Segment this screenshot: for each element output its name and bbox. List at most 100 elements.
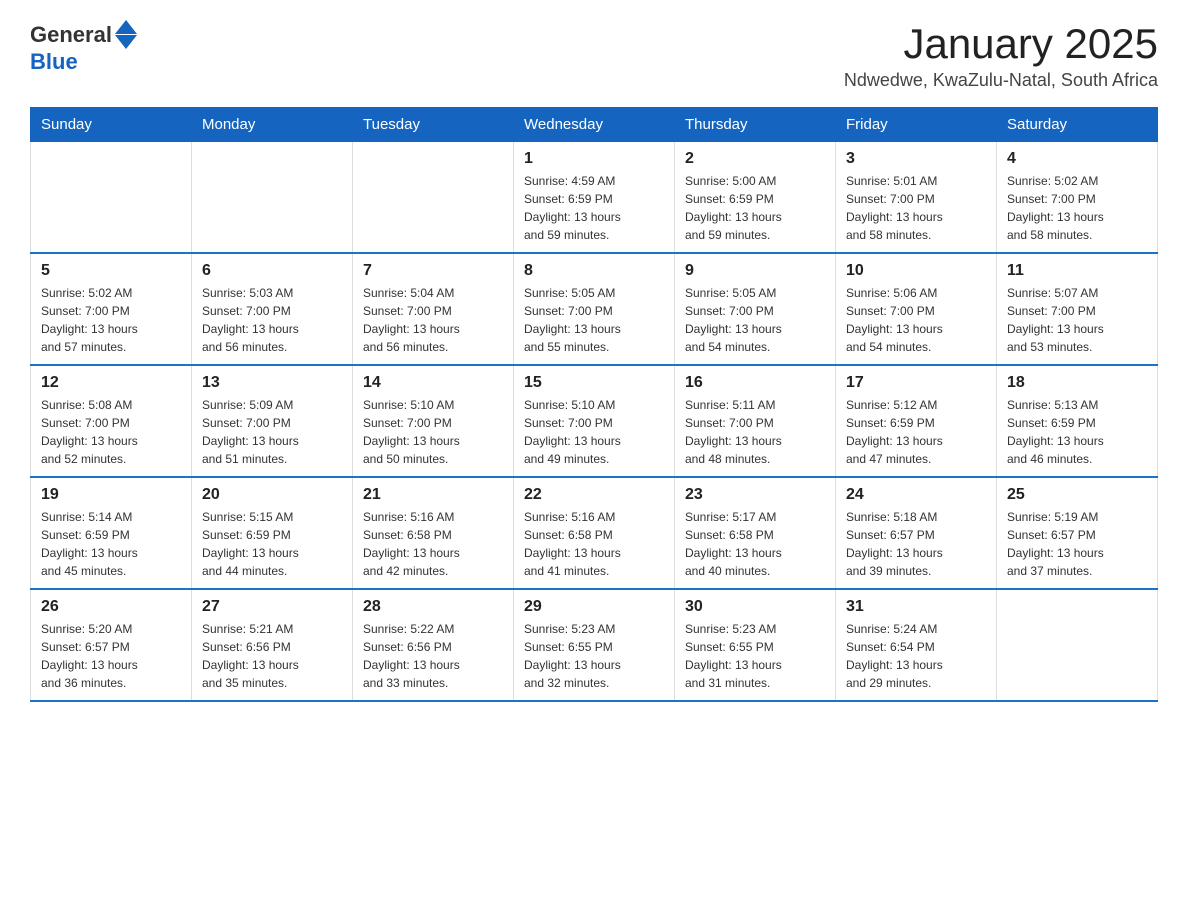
calendar-cell: 9 Sunrise: 5:05 AM Sunset: 7:00 PM Daylig…	[675, 253, 836, 365]
day-number: 13	[202, 374, 342, 392]
day-number: 24	[846, 486, 986, 504]
calendar-cell: 27 Sunrise: 5:21 AM Sunset: 6:56 PM Dayli…	[192, 589, 353, 701]
day-info: Sunrise: 5:06 AM Sunset: 7:00 PM Dayligh…	[846, 284, 986, 356]
day-number: 2	[685, 150, 825, 168]
day-number: 6	[202, 262, 342, 280]
calendar-cell: 26 Sunrise: 5:20 AM Sunset: 6:57 PM Dayli…	[31, 589, 192, 701]
day-number: 5	[41, 262, 181, 280]
calendar-cell: 11Sunrise: 5:07 AM Sunset: 7:00 PM Dayli…	[997, 253, 1158, 365]
day-number: 31	[846, 598, 986, 616]
calendar-cell	[353, 142, 514, 254]
logo-blue: Blue	[30, 49, 78, 75]
day-info: Sunrise: 5:03 AM Sunset: 7:00 PM Dayligh…	[202, 284, 342, 356]
calendar-cell: 18 Sunrise: 5:13 AM Sunset: 6:59 PM Dayli…	[997, 365, 1158, 477]
calendar-cell: 23Sunrise: 5:17 AM Sunset: 6:58 PM Dayli…	[675, 477, 836, 589]
calendar-cell: 19 Sunrise: 5:14 AM Sunset: 6:59 PM Dayli…	[31, 477, 192, 589]
day-info: Sunrise: 5:00 AM Sunset: 6:59 PM Dayligh…	[685, 172, 825, 244]
calendar-table: SundayMondayTuesdayWednesdayThursdayFrid…	[30, 107, 1158, 702]
week-row-2: 5 Sunrise: 5:02 AM Sunset: 7:00 PM Daylig…	[31, 253, 1158, 365]
day-number: 29	[524, 598, 664, 616]
day-number: 26	[41, 598, 181, 616]
day-number: 7	[363, 262, 503, 280]
day-info: Sunrise: 5:15 AM Sunset: 6:59 PM Dayligh…	[202, 508, 342, 580]
header-friday: Friday	[836, 108, 997, 142]
title-block: January 2025 Ndwedwe, KwaZulu-Natal, Sou…	[844, 20, 1158, 91]
day-number: 30	[685, 598, 825, 616]
day-number: 4	[1007, 150, 1147, 168]
day-info: Sunrise: 5:17 AM Sunset: 6:58 PM Dayligh…	[685, 508, 825, 580]
day-number: 25	[1007, 486, 1147, 504]
calendar-cell: 5 Sunrise: 5:02 AM Sunset: 7:00 PM Daylig…	[31, 253, 192, 365]
logo-general: General	[30, 22, 112, 48]
day-number: 3	[846, 150, 986, 168]
header-wednesday: Wednesday	[514, 108, 675, 142]
day-info: Sunrise: 5:18 AM Sunset: 6:57 PM Dayligh…	[846, 508, 986, 580]
calendar-subtitle: Ndwedwe, KwaZulu-Natal, South Africa	[844, 70, 1158, 91]
day-number: 12	[41, 374, 181, 392]
calendar-cell: 20 Sunrise: 5:15 AM Sunset: 6:59 PM Dayli…	[192, 477, 353, 589]
day-number: 9	[685, 262, 825, 280]
day-number: 27	[202, 598, 342, 616]
calendar-cell: 12 Sunrise: 5:08 AM Sunset: 7:00 PM Dayli…	[31, 365, 192, 477]
header-tuesday: Tuesday	[353, 108, 514, 142]
calendar-cell: 1Sunrise: 4:59 AM Sunset: 6:59 PM Daylig…	[514, 142, 675, 254]
day-info: Sunrise: 5:08 AM Sunset: 7:00 PM Dayligh…	[41, 396, 181, 468]
calendar-cell: 16Sunrise: 5:11 AM Sunset: 7:00 PM Dayli…	[675, 365, 836, 477]
day-info: Sunrise: 5:13 AM Sunset: 6:59 PM Dayligh…	[1007, 396, 1147, 468]
day-info: Sunrise: 5:05 AM Sunset: 7:00 PM Dayligh…	[524, 284, 664, 356]
header-sunday: Sunday	[31, 108, 192, 142]
calendar-cell	[192, 142, 353, 254]
header-monday: Monday	[192, 108, 353, 142]
day-info: Sunrise: 5:10 AM Sunset: 7:00 PM Dayligh…	[363, 396, 503, 468]
calendar-cell: 15 Sunrise: 5:10 AM Sunset: 7:00 PM Dayli…	[514, 365, 675, 477]
calendar-cell: 30 Sunrise: 5:23 AM Sunset: 6:55 PM Dayli…	[675, 589, 836, 701]
calendar-cell	[31, 142, 192, 254]
day-number: 20	[202, 486, 342, 504]
calendar-title: January 2025	[844, 20, 1158, 68]
day-info: Sunrise: 5:02 AM Sunset: 7:00 PM Dayligh…	[41, 284, 181, 356]
logo: General Blue	[30, 20, 137, 75]
day-info: Sunrise: 5:20 AM Sunset: 6:57 PM Dayligh…	[41, 620, 181, 692]
calendar-cell: 2 Sunrise: 5:00 AM Sunset: 6:59 PM Daylig…	[675, 142, 836, 254]
calendar-cell: 22Sunrise: 5:16 AM Sunset: 6:58 PM Dayli…	[514, 477, 675, 589]
calendar-cell: 28Sunrise: 5:22 AM Sunset: 6:56 PM Dayli…	[353, 589, 514, 701]
day-info: Sunrise: 5:09 AM Sunset: 7:00 PM Dayligh…	[202, 396, 342, 468]
day-info: Sunrise: 5:12 AM Sunset: 6:59 PM Dayligh…	[846, 396, 986, 468]
calendar-cell: 4Sunrise: 5:02 AM Sunset: 7:00 PM Daylig…	[997, 142, 1158, 254]
day-number: 15	[524, 374, 664, 392]
day-info: Sunrise: 5:14 AM Sunset: 6:59 PM Dayligh…	[41, 508, 181, 580]
day-info: Sunrise: 5:21 AM Sunset: 6:56 PM Dayligh…	[202, 620, 342, 692]
day-info: Sunrise: 5:16 AM Sunset: 6:58 PM Dayligh…	[363, 508, 503, 580]
day-number: 21	[363, 486, 503, 504]
week-row-4: 19 Sunrise: 5:14 AM Sunset: 6:59 PM Dayli…	[31, 477, 1158, 589]
page-header: General Blue January 2025 Ndwedwe, KwaZu…	[30, 20, 1158, 91]
day-number: 11	[1007, 262, 1147, 280]
header-thursday: Thursday	[675, 108, 836, 142]
calendar-cell: 7Sunrise: 5:04 AM Sunset: 7:00 PM Daylig…	[353, 253, 514, 365]
header-saturday: Saturday	[997, 108, 1158, 142]
week-row-5: 26 Sunrise: 5:20 AM Sunset: 6:57 PM Dayli…	[31, 589, 1158, 701]
day-info: Sunrise: 5:01 AM Sunset: 7:00 PM Dayligh…	[846, 172, 986, 244]
calendar-cell: 31 Sunrise: 5:24 AM Sunset: 6:54 PM Dayli…	[836, 589, 997, 701]
day-info: Sunrise: 5:19 AM Sunset: 6:57 PM Dayligh…	[1007, 508, 1147, 580]
day-number: 10	[846, 262, 986, 280]
calendar-cell: 24 Sunrise: 5:18 AM Sunset: 6:57 PM Dayli…	[836, 477, 997, 589]
day-number: 14	[363, 374, 503, 392]
day-number: 16	[685, 374, 825, 392]
day-number: 19	[41, 486, 181, 504]
calendar-cell: 8 Sunrise: 5:05 AM Sunset: 7:00 PM Daylig…	[514, 253, 675, 365]
day-number: 18	[1007, 374, 1147, 392]
day-info: Sunrise: 5:16 AM Sunset: 6:58 PM Dayligh…	[524, 508, 664, 580]
day-info: Sunrise: 4:59 AM Sunset: 6:59 PM Dayligh…	[524, 172, 664, 244]
day-number: 8	[524, 262, 664, 280]
day-info: Sunrise: 5:05 AM Sunset: 7:00 PM Dayligh…	[685, 284, 825, 356]
day-info: Sunrise: 5:23 AM Sunset: 6:55 PM Dayligh…	[524, 620, 664, 692]
calendar-cell: 3 Sunrise: 5:01 AM Sunset: 7:00 PM Daylig…	[836, 142, 997, 254]
day-number: 17	[846, 374, 986, 392]
calendar-cell: 13 Sunrise: 5:09 AM Sunset: 7:00 PM Dayli…	[192, 365, 353, 477]
day-info: Sunrise: 5:24 AM Sunset: 6:54 PM Dayligh…	[846, 620, 986, 692]
day-info: Sunrise: 5:10 AM Sunset: 7:00 PM Dayligh…	[524, 396, 664, 468]
day-info: Sunrise: 5:23 AM Sunset: 6:55 PM Dayligh…	[685, 620, 825, 692]
calendar-cell: 29 Sunrise: 5:23 AM Sunset: 6:55 PM Dayli…	[514, 589, 675, 701]
week-row-3: 12 Sunrise: 5:08 AM Sunset: 7:00 PM Dayli…	[31, 365, 1158, 477]
